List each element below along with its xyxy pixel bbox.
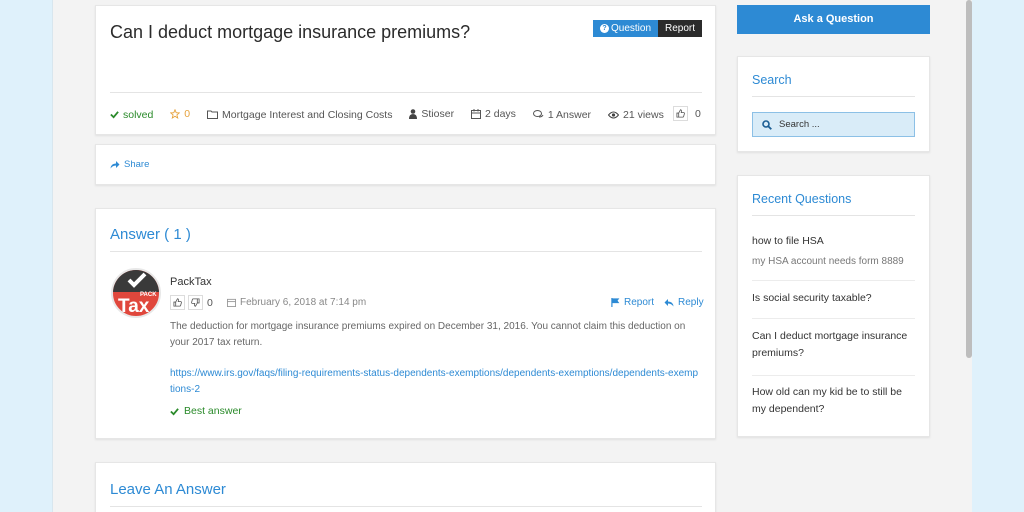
answer-date: February 6, 2018 at 7:14 pm bbox=[227, 297, 366, 308]
reply-icon bbox=[664, 299, 674, 307]
leave-answer-heading: Leave An Answer bbox=[110, 481, 226, 498]
search-divider bbox=[752, 96, 915, 97]
question-title: Can I deduct mortgage insurance premiums… bbox=[110, 22, 471, 42]
recent-question-link[interactable]: Can I deduct mortgage insurance premiums… bbox=[752, 328, 917, 362]
calendar-icon bbox=[471, 109, 481, 119]
question-circle-icon: ? bbox=[600, 23, 609, 33]
ask-question-button[interactable]: Ask a Question bbox=[737, 5, 930, 34]
post-time: 2 days bbox=[471, 108, 516, 120]
thumbs-up-icon bbox=[676, 109, 685, 118]
leave-answer-divider bbox=[110, 506, 702, 507]
star-icon bbox=[170, 109, 181, 119]
search-icon bbox=[762, 119, 772, 130]
folder-icon bbox=[207, 110, 219, 119]
page-container: Can I deduct mortgage insurance premiums… bbox=[52, 0, 972, 512]
question-upvote-button[interactable] bbox=[673, 106, 688, 121]
flag-icon bbox=[611, 298, 620, 307]
search-widget: Search Search ... bbox=[737, 56, 930, 152]
recent-question-link[interactable]: How old can my kid be to still be my dep… bbox=[752, 384, 917, 418]
share-icon bbox=[110, 161, 120, 169]
category-link[interactable]: Mortgage Interest and Closing Costs bbox=[207, 109, 392, 121]
user-icon bbox=[409, 109, 418, 119]
answer-vote-count: 0 bbox=[207, 297, 213, 309]
share-button[interactable]: Share bbox=[110, 159, 149, 170]
best-answer-label: Best answer bbox=[170, 405, 242, 417]
question-card: Can I deduct mortgage insurance premiums… bbox=[95, 5, 716, 135]
avatar-big-text: Tax bbox=[118, 296, 150, 317]
recent-divider bbox=[752, 215, 915, 216]
question-meta: solved 0 Mortgage Interest and Closing C… bbox=[110, 108, 678, 122]
recent-questions-widget: Recent Questions how to file HSA my HSA … bbox=[737, 175, 930, 437]
search-heading: Search bbox=[752, 73, 792, 87]
answer-report-button[interactable]: Report bbox=[611, 297, 654, 308]
recent-question-link[interactable]: how to file HSA bbox=[752, 233, 917, 250]
answers-heading: Answer ( 1 ) bbox=[110, 226, 191, 243]
avatar-check-icon bbox=[127, 272, 147, 288]
comments-icon bbox=[532, 110, 544, 118]
scrollbar-thumb[interactable] bbox=[966, 0, 972, 358]
leave-answer-card: Leave An Answer bbox=[95, 462, 716, 512]
recent-separator bbox=[752, 280, 915, 281]
answer-reply-button[interactable]: Reply bbox=[664, 297, 704, 308]
question-type-badge[interactable]: ? Question bbox=[593, 20, 659, 37]
search-placeholder: Search ... bbox=[779, 119, 820, 130]
question-divider bbox=[110, 92, 702, 93]
thumbs-down-icon bbox=[191, 298, 200, 307]
answer-upvote-button[interactable] bbox=[170, 295, 185, 310]
report-button[interactable]: Report bbox=[658, 20, 703, 37]
check-icon bbox=[170, 407, 179, 416]
recent-questions-heading: Recent Questions bbox=[752, 192, 852, 206]
check-icon bbox=[110, 111, 119, 119]
status-solved: solved bbox=[110, 109, 153, 121]
recent-separator bbox=[752, 375, 915, 376]
answer-body: The deduction for mortgage insurance pre… bbox=[170, 321, 686, 348]
calendar-icon bbox=[227, 298, 236, 307]
eye-icon bbox=[607, 111, 619, 119]
scrollbar[interactable] bbox=[966, 0, 972, 512]
answer-count[interactable]: 1 Answer bbox=[532, 109, 591, 121]
thumbs-up-icon bbox=[173, 298, 182, 307]
recent-question-link[interactable]: Is social security taxable? bbox=[752, 290, 917, 307]
answer-link[interactable]: https://www.irs.gov/faqs/filing-requirem… bbox=[170, 366, 700, 398]
favorite-count[interactable]: 0 bbox=[170, 108, 190, 120]
answers-card: Answer ( 1 ) PACK Tax PackTax 0 February… bbox=[95, 208, 716, 439]
answer-downvote-button[interactable] bbox=[188, 295, 203, 310]
recent-question-excerpt: my HSA account needs form 8889 bbox=[752, 256, 904, 267]
search-input[interactable]: Search ... bbox=[752, 112, 915, 137]
answers-divider bbox=[110, 251, 702, 252]
question-vote-count: 0 bbox=[695, 108, 701, 120]
view-count: 21 views bbox=[607, 109, 664, 121]
answer-avatar[interactable]: PACK Tax bbox=[111, 268, 161, 318]
answer-author[interactable]: PackTax bbox=[170, 276, 212, 288]
author-link[interactable]: Stioser bbox=[409, 108, 454, 120]
share-card: Share bbox=[95, 144, 716, 185]
recent-separator bbox=[752, 318, 915, 319]
